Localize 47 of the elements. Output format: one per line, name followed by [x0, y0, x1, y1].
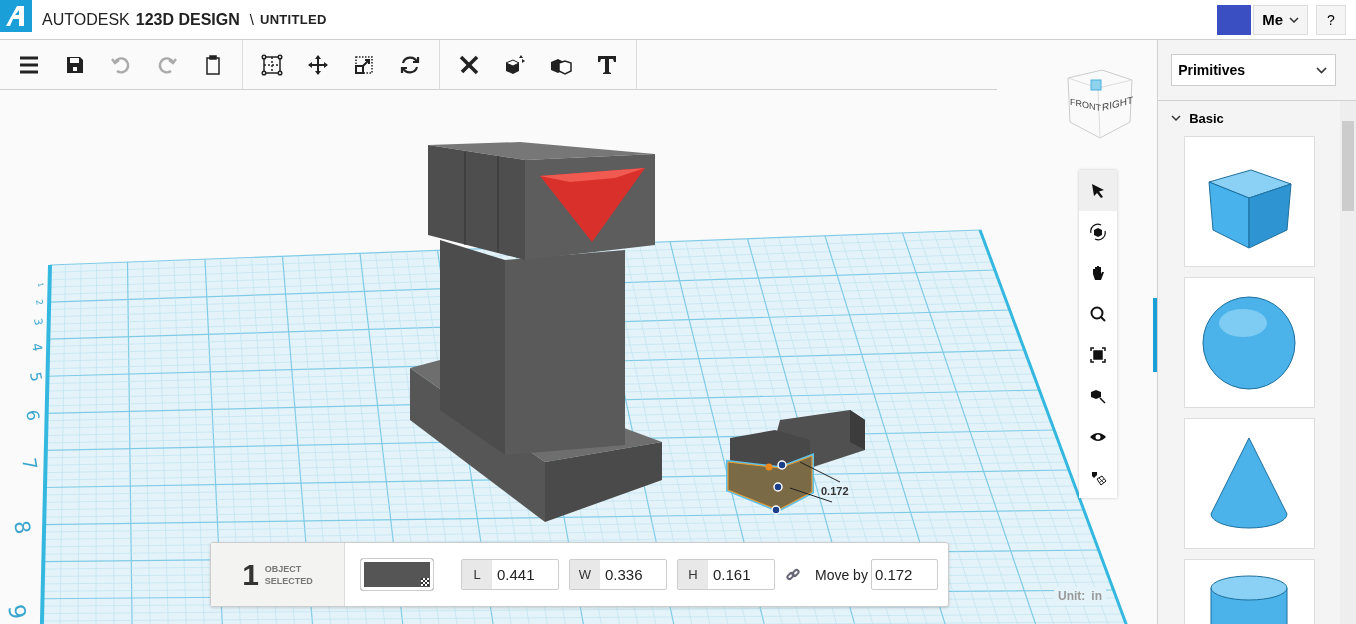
- search-icon: [1089, 304, 1107, 323]
- ruler-label: 8: [9, 518, 36, 537]
- document-title: UNTITLED: [259, 12, 327, 27]
- snap-nav-button[interactable]: [1079, 457, 1117, 498]
- cone-shape-tile[interactable]: [1183, 418, 1315, 549]
- ruler-label: 7: [18, 455, 42, 472]
- brand-name: AUTODESK: [42, 10, 130, 29]
- product-name: 123D DESIGN: [135, 10, 240, 29]
- ruler-label: 2: [34, 298, 45, 306]
- dimension-label: 0.172: [821, 485, 849, 497]
- link-icon[interactable]: [785, 566, 801, 583]
- dimension-field[interactable]: L 0.441: [461, 559, 559, 590]
- box-shape-tile[interactable]: [1183, 136, 1315, 267]
- move-by-field[interactable]: 0.172: [870, 559, 938, 590]
- corner-cube-marker[interactable]: [1090, 79, 1102, 91]
- title-separator: \: [249, 11, 254, 28]
- sphere-shape-tile[interactable]: [1183, 277, 1315, 408]
- avatar-image-placeholder[interactable]: [1217, 4, 1252, 35]
- dimension-field[interactable]: H 0.161: [677, 559, 775, 590]
- front-face-label: FRONT: [1070, 96, 1101, 114]
- section-header[interactable]: Basic: [1158, 101, 1340, 126]
- selected-label: OBJECT SELECTED: [264, 562, 313, 587]
- material-swatch-button[interactable]: [360, 558, 434, 591]
- selected-count: 1: [242, 557, 259, 592]
- move-by-label: Move by: [815, 566, 868, 583]
- bounding-box-icon: [260, 52, 284, 77]
- unit-label: Unit:: [1058, 589, 1086, 603]
- fit-frame-icon: [1089, 345, 1107, 364]
- chevron-icon: [1171, 115, 1182, 122]
- user-menu-button[interactable]: Me: [1253, 4, 1308, 35]
- dimension-field[interactable]: W 0.336: [569, 559, 667, 590]
- ruler-label: 4: [29, 341, 46, 353]
- library-dropdown[interactable]: Primitives: [1171, 54, 1337, 86]
- right-face-label: RIGHT: [1102, 94, 1134, 113]
- chevron-down-icon: [1316, 66, 1328, 74]
- help-button[interactable]: ?: [1316, 4, 1346, 35]
- ruler-label: 9: [3, 602, 32, 622]
- scrollbar[interactable]: [1340, 101, 1356, 624]
- orbit-icon: [1089, 222, 1107, 241]
- panel-collapse-handle[interactable]: [1153, 298, 1158, 372]
- caret-icon: [1289, 16, 1299, 23]
- ruler-label: 3: [31, 317, 46, 327]
- ruler-label: 5: [26, 370, 46, 384]
- app-logo-icon: [0, 0, 32, 32]
- ruler-label: 6: [22, 408, 44, 423]
- orbit-nav-button[interactable]: [1079, 211, 1117, 252]
- select-nav-button[interactable]: [1079, 170, 1117, 211]
